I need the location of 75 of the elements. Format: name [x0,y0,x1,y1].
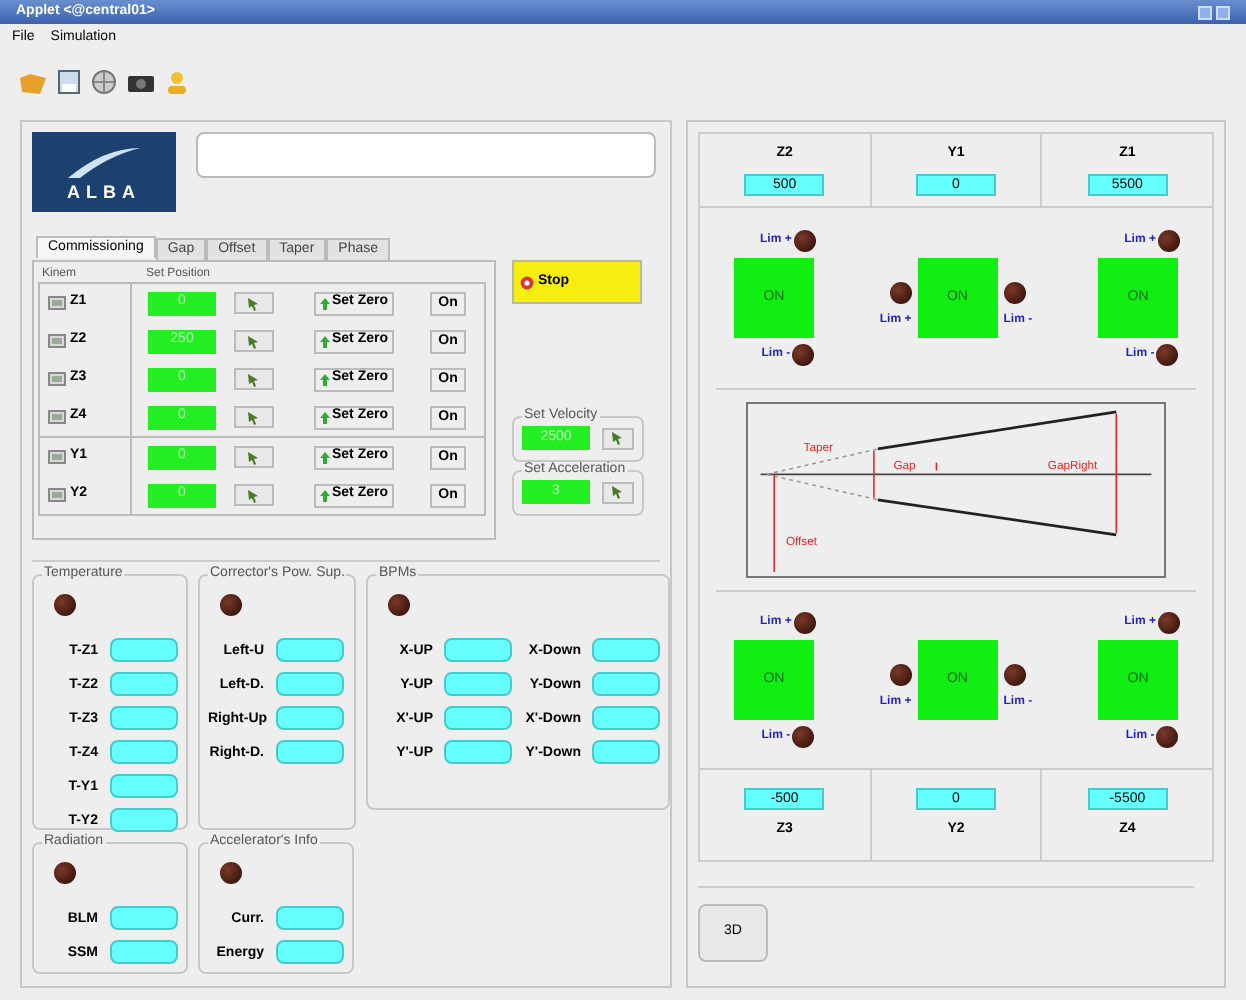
pointer-icon [246,295,262,311]
arrow-up-icon [319,373,330,385]
readout-field [592,672,661,696]
arrow-up-icon [319,489,330,501]
readout-field [110,774,178,798]
led-indicator-icon [793,230,816,252]
pointer-icon [246,333,262,349]
readout-field [444,638,513,662]
readout-field [110,672,178,696]
led-indicator-icon [1003,664,1026,686]
pointer-icon [610,484,626,500]
logo-text: ALBA [67,179,141,205]
apply-button[interactable] [234,368,274,390]
motor-icon [48,372,66,386]
motor-icon [48,450,66,464]
readout-field [592,740,661,764]
arrow-up-icon [319,451,330,463]
readout-field [110,706,178,730]
globe-icon[interactable] [92,70,116,94]
led-indicator-icon [792,344,815,366]
arrow-up-icon [319,297,330,309]
readout-field [276,940,344,964]
readout-field [444,740,513,764]
readout-field [276,906,344,930]
pointer-icon [610,430,626,446]
arrow-up-icon [319,411,330,423]
readout-field [110,638,178,662]
apply-button[interactable] [234,406,274,428]
led-indicator-icon [793,612,816,634]
apply-button[interactable] [602,481,634,503]
save-icon[interactable] [58,70,80,94]
led-indicator-icon [889,282,912,304]
pointer-icon [246,371,262,387]
led-indicator-icon [792,726,815,748]
readout-field [592,706,661,730]
led-indicator-icon [220,594,242,616]
led-indicator-icon [1156,344,1179,366]
motor-icon [48,334,66,348]
led-indicator-icon [1156,726,1179,748]
led-indicator-icon [1157,230,1180,252]
logo-swoosh-icon [64,143,144,179]
readout-field [276,638,344,662]
readout-field [444,672,513,696]
readout-field [110,940,178,964]
apply-button[interactable] [234,292,274,314]
readout-field [110,808,178,832]
pointer-icon [246,487,262,503]
apply-button[interactable] [234,484,274,506]
readout-field [110,906,178,930]
motor-icon [48,296,66,310]
led-indicator-icon [220,862,242,884]
minimize-icon[interactable] [1198,5,1212,19]
pointer-icon [246,409,262,425]
readout-field [444,706,513,730]
led-indicator-icon [1003,282,1026,304]
motor-icon [48,488,66,502]
apply-button[interactable] [234,446,274,468]
maximize-icon[interactable] [1216,5,1230,19]
pointer-icon [246,449,262,465]
readout-field [592,638,661,662]
led-indicator-icon [889,664,912,686]
apply-button[interactable] [234,330,274,352]
led-indicator-icon [54,594,76,616]
readout-field [276,672,344,696]
led-indicator-icon [388,594,411,616]
readout-field [276,740,344,764]
led-indicator-icon [54,862,76,884]
stop-icon [520,275,534,289]
readout-field [110,740,178,764]
arrow-up-icon [319,335,330,347]
apply-button[interactable] [602,427,634,449]
motor-icon [48,410,66,424]
camera-icon[interactable] [128,72,154,92]
readout-field [276,706,344,730]
led-indicator-icon [1157,612,1180,634]
